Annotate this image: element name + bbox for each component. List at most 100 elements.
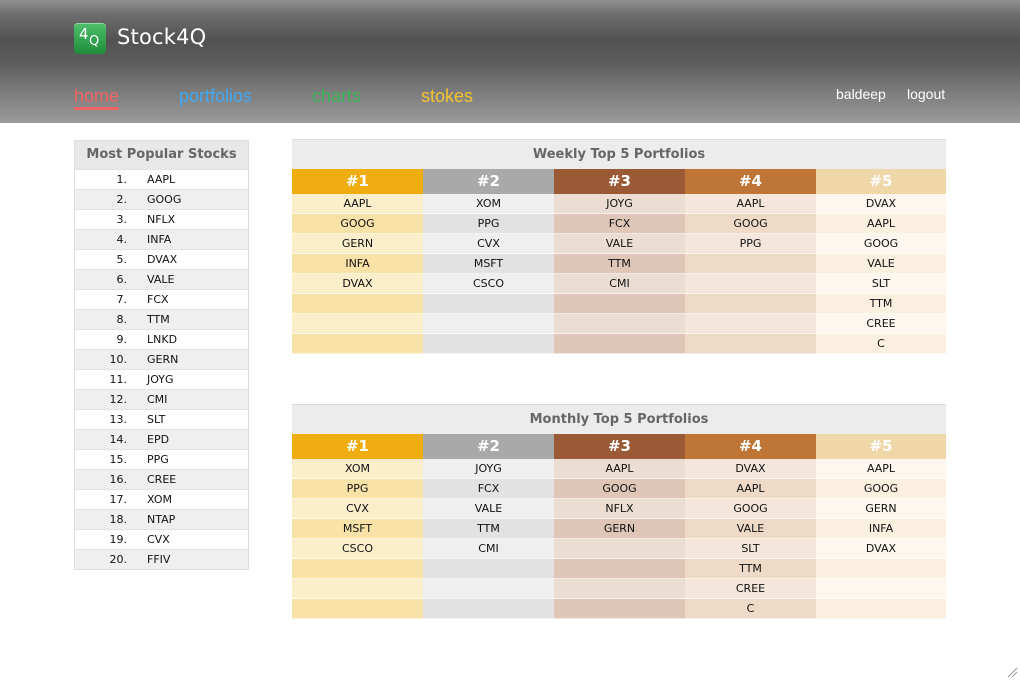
popular-stock-row[interactable]: 1. AAPL	[75, 169, 248, 189]
popular-stock-row[interactable]: 18. NTAP	[75, 509, 248, 529]
popular-stock-row[interactable]: 20. FFIV	[75, 549, 248, 569]
portfolio-rank-header[interactable]: #4	[685, 169, 816, 194]
portfolio-stock-cell[interactable]: FCX	[423, 479, 554, 499]
portfolio-stock-cell[interactable]: JOYG	[423, 459, 554, 479]
portfolio-stock-cell[interactable]: VALE	[554, 234, 685, 254]
popular-stock-row[interactable]: 16. CREE	[75, 469, 248, 489]
app-title[interactable]: Stock4Q	[117, 25, 206, 49]
popular-stock-row[interactable]: 7. FCX	[75, 289, 248, 309]
popular-stock-row[interactable]: 14. EPD	[75, 429, 248, 449]
portfolio-stock-cell[interactable]: DVAX	[816, 194, 946, 214]
stock-symbol[interactable]: SLT	[147, 410, 165, 430]
portfolio-rank-header[interactable]: #3	[554, 169, 685, 194]
portfolio-stock-cell[interactable]: XOM	[423, 194, 554, 214]
portfolio-stock-cell[interactable]: DVAX	[816, 539, 946, 559]
portfolio-stock-cell[interactable]: GOOG	[816, 234, 946, 254]
portfolio-stock-cell[interactable]: GOOG	[816, 479, 946, 499]
portfolio-rank-header[interactable]: #1	[292, 169, 423, 194]
stock-symbol[interactable]: CREE	[147, 470, 176, 490]
portfolio-stock-cell[interactable]: AAPL	[554, 459, 685, 479]
portfolio-rank-header[interactable]: #4	[685, 434, 816, 459]
portfolio-stock-cell[interactable]: GERN	[554, 519, 685, 539]
portfolio-stock-cell[interactable]: CVX	[423, 234, 554, 254]
popular-stock-row[interactable]: 11. JOYG	[75, 369, 248, 389]
stock-symbol[interactable]: EPD	[147, 430, 169, 450]
stock-symbol[interactable]: VALE	[147, 270, 174, 290]
nav-charts-link[interactable]: charts	[312, 86, 361, 107]
stock-symbol[interactable]: AAPL	[147, 170, 175, 190]
portfolio-stock-cell[interactable]: PPG	[685, 234, 816, 254]
portfolio-stock-cell[interactable]: XOM	[292, 459, 423, 479]
portfolio-rank-header[interactable]: #1	[292, 434, 423, 459]
stock-symbol[interactable]: GOOG	[147, 190, 181, 210]
stock-symbol[interactable]: GERN	[147, 350, 178, 370]
portfolio-stock-cell[interactable]: INFA	[292, 254, 423, 274]
nav-home-link[interactable]: home	[74, 86, 119, 107]
portfolio-stock-cell[interactable]: VALE	[423, 499, 554, 519]
portfolio-stock-cell[interactable]: MSFT	[423, 254, 554, 274]
stock-symbol[interactable]: LNKD	[147, 330, 177, 350]
portfolio-stock-cell[interactable]: DVAX	[685, 459, 816, 479]
portfolio-stock-cell[interactable]: VALE	[816, 254, 946, 274]
portfolio-stock-cell[interactable]: SLT	[816, 274, 946, 294]
portfolio-stock-cell[interactable]: INFA	[816, 519, 946, 539]
portfolio-stock-cell[interactable]: FCX	[554, 214, 685, 234]
portfolio-stock-cell[interactable]: CVX	[292, 499, 423, 519]
nav-portfolios-link[interactable]: portfolios	[179, 86, 252, 107]
portfolio-stock-cell[interactable]: PPG	[292, 479, 423, 499]
portfolio-stock-cell[interactable]: JOYG	[554, 194, 685, 214]
popular-stock-row[interactable]: 6. VALE	[75, 269, 248, 289]
portfolio-rank-header[interactable]: #5	[816, 434, 946, 459]
portfolio-stock-cell[interactable]: AAPL	[685, 479, 816, 499]
popular-stock-row[interactable]: 9. LNKD	[75, 329, 248, 349]
stock-symbol[interactable]: NFLX	[147, 210, 175, 230]
portfolio-rank-header[interactable]: #2	[423, 169, 554, 194]
popular-stock-row[interactable]: 10. GERN	[75, 349, 248, 369]
portfolio-stock-cell[interactable]: GERN	[292, 234, 423, 254]
portfolio-stock-cell[interactable]: DVAX	[292, 274, 423, 294]
resize-grip-icon[interactable]	[1006, 666, 1018, 678]
portfolio-stock-cell[interactable]: SLT	[685, 539, 816, 559]
portfolio-stock-cell[interactable]: GOOG	[685, 499, 816, 519]
portfolio-stock-cell[interactable]: TTM	[685, 559, 816, 579]
portfolio-stock-cell[interactable]: MSFT	[292, 519, 423, 539]
stock-symbol[interactable]: FFIV	[147, 550, 170, 570]
portfolio-stock-cell[interactable]: AAPL	[685, 194, 816, 214]
portfolio-stock-cell[interactable]: TTM	[816, 294, 946, 314]
portfolio-stock-cell[interactable]: AAPL	[292, 194, 423, 214]
popular-stock-row[interactable]: 13. SLT	[75, 409, 248, 429]
stock-symbol[interactable]: CVX	[147, 530, 170, 550]
stock-symbol[interactable]: INFA	[147, 230, 171, 250]
portfolio-stock-cell[interactable]: CREE	[816, 314, 946, 334]
popular-stock-row[interactable]: 12. CMI	[75, 389, 248, 409]
stock-symbol[interactable]: XOM	[147, 490, 172, 510]
stock-symbol[interactable]: NTAP	[147, 510, 175, 530]
stock-symbol[interactable]: TTM	[147, 310, 170, 330]
stock-symbol[interactable]: DVAX	[147, 250, 177, 270]
popular-stock-row[interactable]: 17. XOM	[75, 489, 248, 509]
portfolio-stock-cell[interactable]: GOOG	[292, 214, 423, 234]
popular-stock-row[interactable]: 19. CVX	[75, 529, 248, 549]
portfolio-stock-cell[interactable]: NFLX	[554, 499, 685, 519]
popular-stock-row[interactable]: 3. NFLX	[75, 209, 248, 229]
popular-stock-row[interactable]: 5. DVAX	[75, 249, 248, 269]
portfolio-stock-cell[interactable]: TTM	[554, 254, 685, 274]
portfolio-stock-cell[interactable]: CSCO	[423, 274, 554, 294]
user-name-link[interactable]: baldeep	[836, 86, 886, 102]
stock-symbol[interactable]: JOYG	[147, 370, 174, 390]
popular-stock-row[interactable]: 2. GOOG	[75, 189, 248, 209]
logout-link[interactable]: logout	[907, 86, 945, 102]
portfolio-stock-cell[interactable]: TTM	[423, 519, 554, 539]
popular-stock-row[interactable]: 15. PPG	[75, 449, 248, 469]
portfolio-stock-cell[interactable]: CMI	[423, 539, 554, 559]
portfolio-stock-cell[interactable]: AAPL	[816, 459, 946, 479]
portfolio-stock-cell[interactable]: GOOG	[685, 214, 816, 234]
stock-symbol[interactable]: CMI	[147, 390, 167, 410]
portfolio-stock-cell[interactable]: AAPL	[816, 214, 946, 234]
popular-stock-row[interactable]: 8. TTM	[75, 309, 248, 329]
stock-symbol[interactable]: PPG	[147, 450, 169, 470]
portfolio-rank-header[interactable]: #2	[423, 434, 554, 459]
popular-stock-row[interactable]: 4. INFA	[75, 229, 248, 249]
portfolio-stock-cell[interactable]: CREE	[685, 579, 816, 599]
portfolio-stock-cell[interactable]: PPG	[423, 214, 554, 234]
